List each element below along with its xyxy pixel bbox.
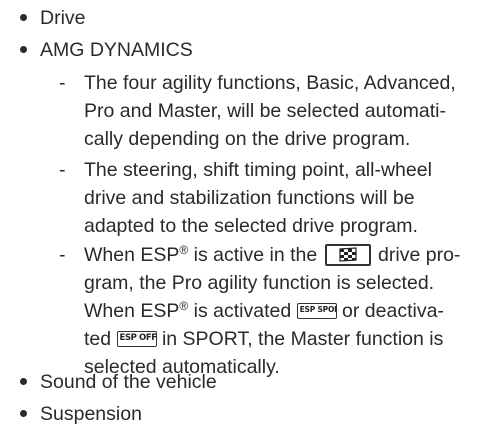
sub-item-agility: - The four agility functions, Basic, Adv… xyxy=(0,69,478,153)
bullet-icon xyxy=(20,14,27,21)
esp-off-symbol: ESP OFF xyxy=(116,331,157,347)
text-line: When ESP® is activated ESP SPORT or deac… xyxy=(84,297,478,325)
sub-item-text: The four agility functions, Basic, Advan… xyxy=(84,69,478,153)
text-line: ted ESP OFF in SPORT, the Master functio… xyxy=(84,325,478,353)
text-fragment: or deactiva- xyxy=(336,300,444,322)
text-line: adapted to the selected drive program. xyxy=(84,215,418,237)
registered-mark: ® xyxy=(179,243,189,257)
bullet-icon xyxy=(20,378,27,385)
checkered-flag-icon xyxy=(324,244,371,266)
bullet-icon xyxy=(20,46,27,53)
list-item-label: Suspension xyxy=(40,403,142,425)
sub-item-esp: - When ESP® is active in the drive pro- … xyxy=(0,241,478,381)
esp-sport-symbol: ESP SPORT xyxy=(296,303,337,319)
text-line: When ESP® is active in the drive pro- xyxy=(84,241,478,269)
text-line: The four agility functions, Basic, Advan… xyxy=(84,72,456,94)
document-page: Drive AMG DYNAMICS - The four agility fu… xyxy=(0,0,478,435)
text-line: cally depending on the drive program. xyxy=(84,128,411,150)
list-item-label: AMG DYNAMICS xyxy=(40,39,193,61)
list-item-drive: Drive xyxy=(0,2,478,34)
text-fragment: When ESP xyxy=(84,244,180,266)
list-item-label: Drive xyxy=(40,7,86,29)
text-line: Pro and Master, will be selected automat… xyxy=(84,100,447,122)
list-item-amg-dynamics: AMG DYNAMICS xyxy=(0,34,478,66)
sub-item-steering: - The steering, shift timing point, all-… xyxy=(0,156,478,240)
text-fragment: drive pro- xyxy=(372,244,461,266)
dash-marker: - xyxy=(59,72,66,94)
text-fragment: is activated xyxy=(188,300,297,322)
list-item-suspension: Suspension xyxy=(0,398,478,430)
text-line: drive and stabilization functions will b… xyxy=(84,187,415,209)
text-fragment: When ESP xyxy=(84,300,180,322)
sub-item-text: The steering, shift timing point, all-wh… xyxy=(84,156,478,240)
text-line: The steering, shift timing point, all-wh… xyxy=(84,159,432,181)
dash-marker: - xyxy=(59,244,66,266)
text-fragment: ted xyxy=(84,328,117,350)
registered-mark: ® xyxy=(179,299,189,313)
sub-item-text: When ESP® is active in the drive pro- gr… xyxy=(84,241,478,381)
text-fragment: is active in the xyxy=(188,244,323,266)
list-item-label: Sound of the vehicle xyxy=(40,371,217,393)
list-item-sound: Sound of the vehicle xyxy=(0,366,478,398)
text-fragment: in SPORT, the Master function is xyxy=(156,328,444,350)
dash-marker: - xyxy=(59,159,66,181)
bullet-icon xyxy=(20,410,27,417)
text-line: gram, the Pro agility function is select… xyxy=(84,272,435,294)
